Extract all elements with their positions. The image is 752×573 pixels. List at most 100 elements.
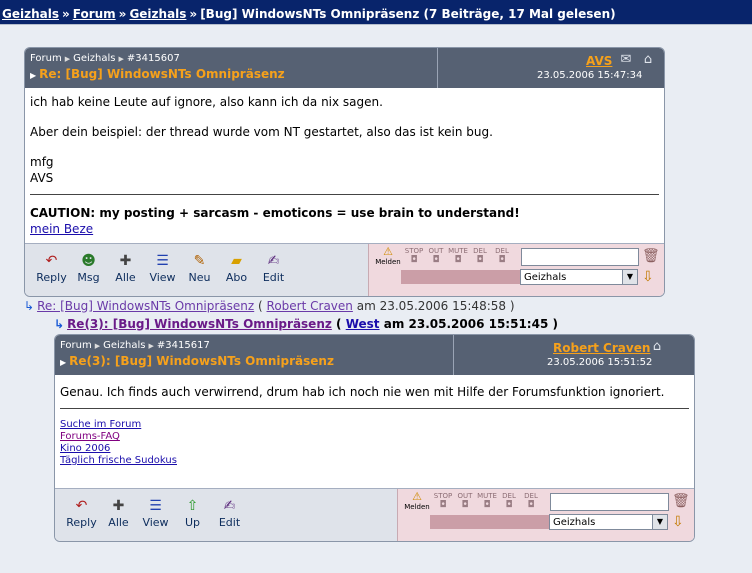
post-paragraph: Aber dein beispiel: der thread wurde vom…	[30, 125, 493, 139]
thread-item-current: ↳ Re(3): [Bug] WindowsNTs Omnipräsenz ( W…	[54, 317, 558, 331]
out-button[interactable]: OUT ◘	[425, 247, 447, 267]
delete-all-icon: ◘	[498, 255, 506, 265]
post-toolbar: ↶ Reply ☻ Msg ✚ Alle ☰ View ✎ Neu ▰ Abo ✍ Edit …	[25, 243, 664, 296]
trash-icon[interactable]: 🗑	[672, 493, 690, 509]
neu-button[interactable]: ✎ Neu	[181, 250, 218, 290]
reply-tree-icon: ↳	[24, 299, 35, 313]
mute-icon: ◘	[483, 500, 491, 510]
people-icon: ☻	[81, 253, 96, 269]
moderation-bar	[401, 270, 529, 284]
alle-button[interactable]: ✚ Alle	[107, 250, 144, 290]
breadcrumb: Geizhals» Forum» Geizhals» [Bug] WindowsNTs…	[2, 7, 616, 21]
edit-icon: ✍	[223, 498, 236, 514]
del-button[interactable]: DEL ◘	[498, 492, 520, 512]
breadcrumb-geizhals[interactable]: Geizhals	[2, 7, 59, 21]
post-subject[interactable]: ▶ Re: [Bug] WindowsNTs Omnipräsenz	[30, 67, 285, 81]
moderation-input[interactable]	[521, 248, 639, 266]
home-icon[interactable]: ⌂	[649, 340, 665, 354]
up-button[interactable]: ⇧ Up	[174, 495, 211, 535]
home-icon[interactable]: ⌂	[640, 53, 656, 67]
breadcrumb-current: [Bug] WindowsNTs Omnipräsenz (7 Beiträge…	[200, 7, 616, 21]
warning-icon: ⚠	[383, 245, 393, 258]
up-arrow-icon: ⇧	[186, 498, 199, 514]
thread-author[interactable]: West	[346, 317, 380, 331]
post-header: Forum ▶ Geizhals ▶ #3415617 ▶ Re(3): [Bug] Wi…	[55, 335, 694, 375]
thread-subject[interactable]: Re(3): [Bug] WindowsNTs Omnipräsenz	[67, 317, 332, 331]
list-icon: ☰	[156, 253, 169, 269]
melden-button[interactable]: ⚠ Melden	[373, 245, 403, 267]
breadcrumb-separator: »	[118, 7, 127, 21]
breadcrumb-forum[interactable]: Forum	[73, 7, 116, 21]
del-all-button[interactable]: DEL ◘	[520, 492, 542, 512]
chevron-down-icon: ▼	[652, 515, 667, 529]
delete-icon: ◘	[505, 500, 513, 510]
thread-subject[interactable]: Re: [Bug] WindowsNTs Omnipräsenz	[37, 299, 254, 313]
delete-icon: ◘	[476, 255, 484, 265]
warning-icon: ⚠	[412, 490, 422, 503]
signature-link-kino[interactable]: Kino 2006	[60, 443, 689, 455]
post-crumb-geizhals[interactable]: Geizhals	[103, 340, 145, 351]
post-body: Genau. Ich finds auch verwirrend, drum h…	[60, 384, 689, 467]
stop-button[interactable]: STOP ◘	[403, 247, 425, 267]
plus-icon: ✚	[112, 498, 125, 514]
move-icon[interactable]: ⇩	[672, 514, 684, 530]
forum-select[interactable]: Geizhals ▼	[520, 269, 638, 285]
breadcrumb-geizhals-forum[interactable]: Geizhals	[129, 7, 186, 21]
post-crumb: Forum ▶ Geizhals ▶ #3415607	[30, 53, 180, 64]
envelope-icon[interactable]: ✉	[618, 53, 634, 67]
thread-date: 23.05.2006 15:51:45	[408, 317, 549, 331]
post-paragraph: Genau. Ich finds auch verwirrend, drum h…	[60, 385, 665, 399]
post-author[interactable]: AVS	[586, 54, 612, 68]
view-button[interactable]: ☰ View	[144, 250, 181, 290]
signature-link-search[interactable]: Suche im Forum	[60, 419, 689, 431]
post-author[interactable]: Robert Craven	[553, 341, 650, 355]
del-all-button[interactable]: DEL ◘	[491, 247, 513, 267]
signature-link[interactable]: mein Beze	[30, 222, 93, 236]
edit-button[interactable]: ✍ Edit	[255, 250, 292, 290]
reply-arrow-icon: ↶	[75, 498, 88, 514]
trash-icon[interactable]: 🗑	[642, 248, 660, 264]
signature-link-faq[interactable]: Forums-FAQ	[60, 431, 689, 443]
top-bar: Geizhals» Forum» Geizhals» [Bug] WindowsNTs…	[0, 0, 752, 25]
reply-tree-icon: ↳	[54, 317, 65, 331]
post-subject[interactable]: ▶ Re(3): [Bug] WindowsNTs Omnipräsenz	[60, 354, 334, 368]
view-button[interactable]: ☰ View	[137, 495, 174, 535]
plus-icon: ✚	[119, 253, 132, 269]
out-button[interactable]: OUT ◘	[454, 492, 476, 512]
abo-button[interactable]: ▰ Abo	[218, 250, 255, 290]
post-crumb-geizhals[interactable]: Geizhals	[73, 53, 115, 64]
mute-button[interactable]: MUTE ◘	[476, 492, 498, 512]
post-line: mfg	[30, 155, 54, 169]
move-icon[interactable]: ⇩	[642, 269, 654, 285]
post-crumb-forum[interactable]: Forum	[30, 53, 62, 64]
post-3415617: Forum ▶ Geizhals ▶ #3415617 ▶ Re(3): [Bug] Wi…	[54, 334, 695, 542]
post-date: 23.05.2006 15:47:34	[537, 70, 643, 81]
msg-button[interactable]: ☻ Msg	[70, 250, 107, 290]
reply-button[interactable]: ↶ Reply	[63, 495, 100, 535]
stop-icon: ◘	[439, 500, 447, 510]
reply-button[interactable]: ↶ Reply	[33, 250, 70, 290]
reply-arrow-icon: ↶	[45, 253, 58, 269]
del-button[interactable]: DEL ◘	[469, 247, 491, 267]
melden-button[interactable]: ⚠ Melden	[402, 490, 432, 512]
breadcrumb-separator: »	[61, 7, 70, 21]
edit-button[interactable]: ✍ Edit	[211, 495, 248, 535]
pencil-icon: ✎	[193, 253, 206, 269]
mute-button[interactable]: MUTE ◘	[447, 247, 469, 267]
moderation-input[interactable]	[550, 493, 669, 511]
breadcrumb-separator: »	[189, 7, 198, 21]
out-icon: ◘	[461, 500, 469, 510]
signature-text: CAUTION: my posting + sarcasm - emoticon…	[30, 206, 520, 220]
moderation-panel: ⚠ Melden STOP ◘ OUT ◘ MUTE ◘ DEL ◘ DEL ◘ 🗑 Gei…	[368, 244, 664, 296]
forum-select[interactable]: Geizhals ▼	[549, 514, 668, 530]
thread-author[interactable]: Robert Craven	[267, 299, 353, 313]
thread-item: ↳ Re: [Bug] WindowsNTs Omnipräsenz ( Robe…	[24, 299, 515, 313]
alle-button[interactable]: ✚ Alle	[100, 495, 137, 535]
post-line: AVS	[30, 171, 54, 185]
post-id: #3415607	[126, 53, 180, 64]
post-crumb-forum[interactable]: Forum	[60, 340, 92, 351]
signature-link-sudoku[interactable]: Täglich frische Sudokus	[60, 455, 689, 467]
delete-all-icon: ◘	[527, 500, 535, 510]
stop-button[interactable]: STOP ◘	[432, 492, 454, 512]
edit-icon: ✍	[267, 253, 280, 269]
